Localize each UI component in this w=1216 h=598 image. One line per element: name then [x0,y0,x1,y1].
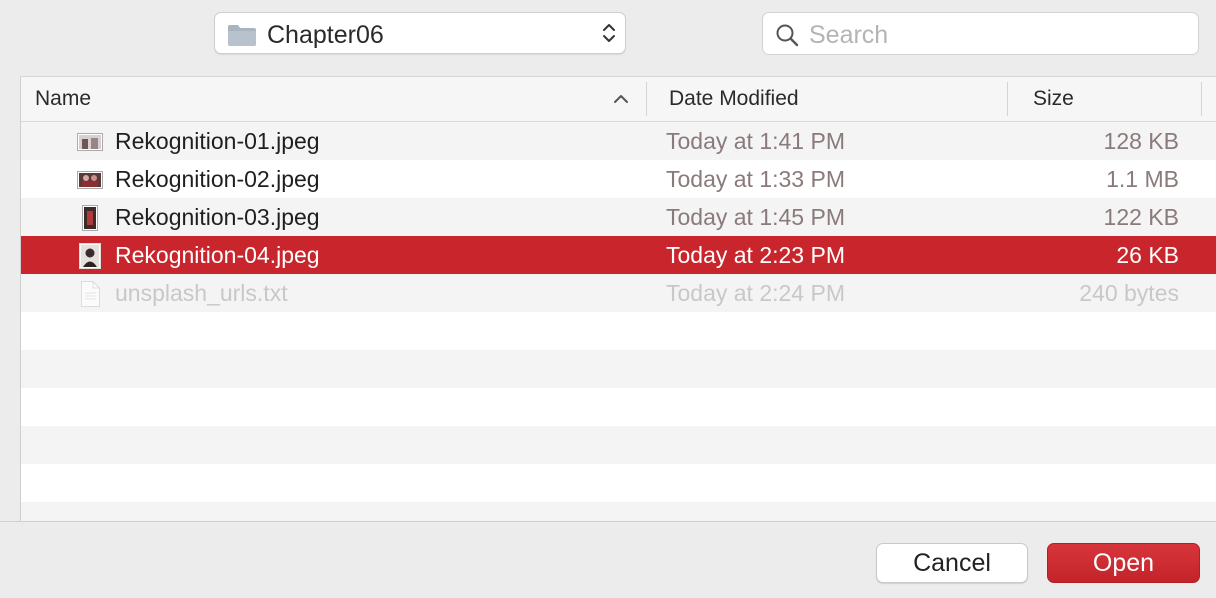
empty-row [21,388,1216,426]
column-header-date[interactable]: Date Modified [669,87,799,111]
file-name: Rekognition-02.jpeg [115,166,320,192]
jpeg-thumbnail-icon [77,128,103,154]
file-row[interactable]: Rekognition-04.jpeg Today at 2:23 PM 26 … [21,236,1216,274]
location-popup[interactable]: Chapter06 [214,12,626,54]
empty-row [21,426,1216,464]
jpeg-thumbnail-icon [77,204,101,231]
up-down-chevron-icon [601,21,617,50]
file-date: Today at 1:45 PM [666,204,845,230]
folder-icon [227,23,257,52]
file-list: Rekognition-01.jpeg Today at 1:41 PM 128… [21,122,1216,522]
column-header: Name Date Modified Size [21,77,1216,122]
file-size: 122 KB [1103,204,1179,230]
file-row[interactable]: Rekognition-03.jpeg Today at 1:45 PM 122… [21,198,1216,236]
toolbar: Chapter06 [0,0,1216,76]
column-divider[interactable] [1201,82,1202,116]
file-name: unsplash_urls.txt [115,280,288,306]
jpeg-thumbnail-icon [77,166,103,192]
column-divider[interactable] [646,82,647,116]
empty-row [21,312,1216,350]
column-header-size[interactable]: Size [1033,87,1074,111]
empty-row [21,502,1216,522]
file-browser: Name Date Modified Size Rekognition-01.j… [20,76,1216,522]
empty-row [21,464,1216,502]
cancel-button[interactable]: Cancel [876,543,1028,583]
file-size: 26 KB [1116,242,1179,268]
bottom-divider [0,521,1216,522]
jpeg-thumbnail-icon [77,242,101,269]
search-icon [775,23,799,52]
empty-row [21,350,1216,388]
file-row: unsplash_urls.txt Today at 2:24 PM 240 b… [21,274,1216,312]
text-document-icon [77,280,101,307]
file-name: Rekognition-03.jpeg [115,204,320,230]
file-size: 240 bytes [1079,280,1179,306]
location-label: Chapter06 [267,21,384,49]
open-button[interactable]: Open [1047,543,1200,583]
column-divider[interactable] [1007,82,1008,116]
column-header-name[interactable]: Name [35,87,91,111]
file-name: Rekognition-04.jpeg [115,242,320,268]
file-date: Today at 2:24 PM [666,280,845,306]
file-date: Today at 1:33 PM [666,166,845,192]
file-row[interactable]: Rekognition-01.jpeg Today at 1:41 PM 128… [21,122,1216,160]
file-row[interactable]: Rekognition-02.jpeg Today at 1:33 PM 1.1… [21,160,1216,198]
search-input[interactable] [807,19,1181,51]
file-name: Rekognition-01.jpeg [115,128,320,154]
file-size: 128 KB [1103,128,1179,154]
file-size: 1.1 MB [1106,166,1179,192]
sort-ascending-icon[interactable] [613,92,629,110]
file-date: Today at 2:23 PM [666,242,845,268]
file-date: Today at 1:41 PM [666,128,845,154]
search-field[interactable] [762,12,1199,55]
